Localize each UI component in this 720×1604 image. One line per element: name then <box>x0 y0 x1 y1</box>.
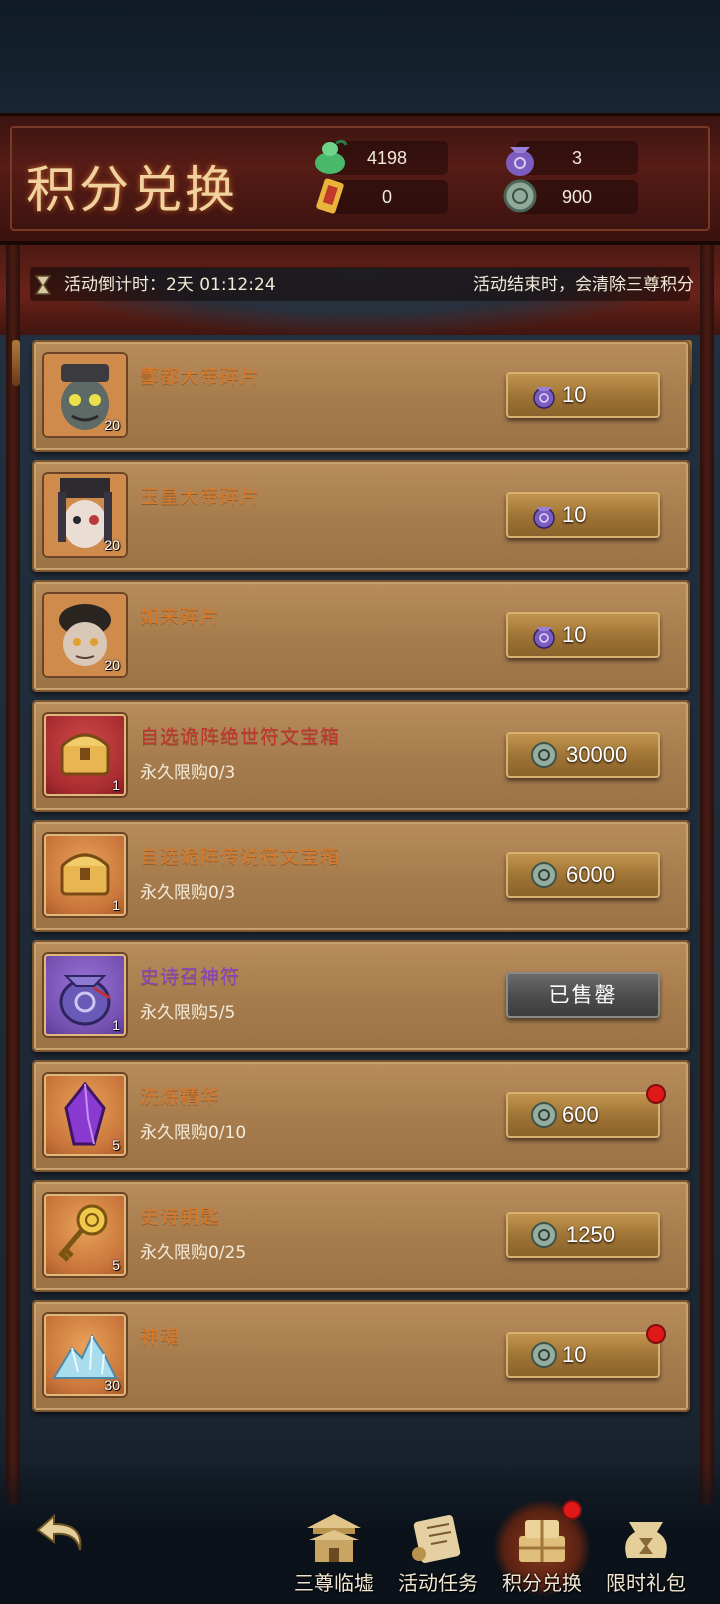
temple-icon <box>307 1514 361 1562</box>
price-label: 6000 <box>566 862 615 887</box>
event-countdown: 活动倒计时：2天 01:12:24 <box>64 275 276 295</box>
item-icon-frame[interactable]: 30 <box>44 1314 126 1396</box>
tab-sanzun-linxu[interactable]: 三尊临墟 <box>282 1510 386 1600</box>
tab-points-exchange[interactable]: 积分兑换 <box>490 1500 594 1600</box>
exchange-button[interactable]: 1250 <box>506 1212 660 1258</box>
item-name: 洗炼精华 <box>140 1086 221 1108</box>
price-label: 600 <box>562 1102 599 1127</box>
item-quantity: 5 <box>112 1137 120 1153</box>
notification-dot <box>648 1326 664 1342</box>
item-icon-frame[interactable]: 1 <box>44 954 126 1036</box>
notification-dot <box>648 1086 664 1102</box>
exchange-button[interactable]: 10 <box>506 372 660 418</box>
exchange-header: 积分兑换 4198 3 0 900 <box>0 113 720 245</box>
tab-activity-tasks[interactable]: 活动任务 <box>386 1510 490 1600</box>
back-arrow-icon[interactable] <box>32 1508 92 1558</box>
page-title: 积分兑换 <box>26 161 238 219</box>
item-icon-frame[interactable]: 20 <box>44 354 126 436</box>
price-label: 10 <box>562 382 587 407</box>
jade-coin-icon <box>531 742 557 768</box>
exchange-item-card: 30 神魂 10 <box>32 1300 690 1412</box>
purple-pouch-icon <box>533 387 555 409</box>
exchange-item-card: 20 玉皇大帝碎片 10 <box>32 460 690 572</box>
item-quantity: 20 <box>104 657 120 673</box>
left-tassel <box>12 340 20 386</box>
sold-out-button[interactable]: 已售罄 <box>506 972 660 1018</box>
item-name: 酆都大帝碎片 <box>140 366 261 388</box>
hourglass-icon <box>34 275 52 295</box>
exchange-button[interactable]: 10 <box>506 1326 664 1378</box>
purchase-limit: 永久限购0/10 <box>140 1123 247 1143</box>
item-icon-frame[interactable]: 1 <box>44 714 126 796</box>
right-post <box>700 245 714 1505</box>
item-icon-frame[interactable]: 20 <box>44 474 126 556</box>
price-label: 10 <box>562 1342 587 1367</box>
hourglass-bag-icon <box>625 1522 667 1558</box>
purchase-limit: 永久限购0/3 <box>140 883 236 903</box>
currency-jade-gourd: 4198 <box>315 139 448 175</box>
item-icon-frame[interactable]: 5 <box>44 1194 126 1276</box>
exchange-item-card: 5 洗炼精华永久限购0/10 600 <box>32 1060 690 1172</box>
item-quantity: 20 <box>104 537 120 553</box>
exchange-button[interactable]: 10 <box>506 612 660 658</box>
event-notice: 活动结束时，会清除三尊积分 <box>473 275 694 295</box>
currency-jade-coin: 900 <box>503 179 638 214</box>
item-quantity: 1 <box>112 897 120 913</box>
item-name: 如来碎片 <box>140 606 221 628</box>
item-quantity: 20 <box>104 417 120 433</box>
jade-coin-icon <box>531 862 557 888</box>
exchange-item-card: 1 自选诡阵传说符文宝箱 永久限购0/3 6000 <box>32 820 690 932</box>
sold-out-label: 已售罄 <box>548 983 618 1007</box>
item-name: 史诗钥匙 <box>140 1206 221 1228</box>
scroll-icon <box>412 1515 461 1563</box>
item-icon-frame[interactable]: 1 <box>44 834 126 916</box>
exchange-item-card: 1 自选诡阵绝世符文宝箱 永久限购0/3 30000 <box>32 700 690 812</box>
currency-purple-pouch: 3 <box>506 141 638 176</box>
exchange-item-card: 20 如来碎片 10 <box>32 580 690 692</box>
jade-coin-icon <box>531 1102 557 1128</box>
item-icon-frame[interactable]: 20 <box>44 594 126 676</box>
item-quantity: 1 <box>112 1017 120 1033</box>
exchange-item-card: 5 史诗钥匙永久限购0/25 1250 <box>32 1180 690 1292</box>
purchase-limit: 永久限购0/25 <box>140 1243 247 1263</box>
currency-talisman: 0 <box>316 178 448 214</box>
exchange-button[interactable]: 6000 <box>506 852 660 898</box>
exchange-item-card: 1 史诗召神符永久限购5/5 已售罄 <box>32 940 690 1052</box>
price-label: 10 <box>562 622 587 647</box>
price-label: 30000 <box>566 742 628 767</box>
price-label: 10 <box>562 502 587 527</box>
gift-pile-icon <box>519 1520 565 1562</box>
purchase-limit: 永久限购5/5 <box>140 1003 236 1023</box>
tab-limited-gift[interactable]: 限时礼包 <box>594 1510 698 1600</box>
purple-pouch-icon <box>533 627 555 649</box>
jade-coin-icon <box>531 1342 557 1368</box>
exchange-button[interactable]: 10 <box>506 492 660 538</box>
item-name: 自选诡阵绝世符文宝箱 <box>140 726 341 748</box>
item-name: 玉皇大帝碎片 <box>140 486 261 508</box>
item-icon-frame[interactable]: 5 <box>44 1074 126 1156</box>
tab-notification-dot <box>564 1502 580 1518</box>
purchase-limit: 永久限购0/3 <box>140 763 236 783</box>
item-quantity: 5 <box>112 1257 120 1273</box>
price-label: 1250 <box>566 1222 615 1247</box>
purple-pouch-icon <box>533 507 555 529</box>
item-name: 神魂 <box>140 1326 181 1348</box>
item-name: 史诗召神符 <box>140 966 241 988</box>
jade-coin-icon <box>531 1222 557 1248</box>
exchange-button[interactable]: 30000 <box>506 732 660 778</box>
exchange-item-card: 20 酆都大帝碎片 10 <box>32 340 690 452</box>
item-name: 自选诡阵传说符文宝箱 <box>140 846 341 868</box>
exchange-list[interactable]: 20 酆都大帝碎片 10 20 玉皇大帝碎片 10 20 如来碎片 10 1 自选诡阵绝世符文宝箱永… <box>32 340 690 1420</box>
item-quantity: 30 <box>104 1377 120 1393</box>
exchange-button[interactable]: 600 <box>506 1086 664 1138</box>
item-quantity: 1 <box>112 777 120 793</box>
left-post <box>6 245 20 1505</box>
